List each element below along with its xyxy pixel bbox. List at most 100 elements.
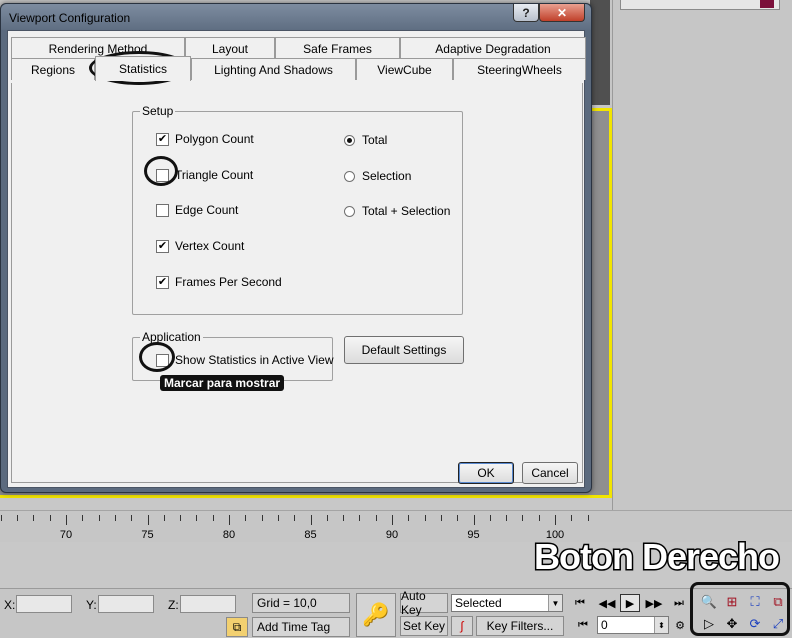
tab-regions[interactable]: Regions: [11, 58, 95, 80]
timeline-tick: [375, 515, 377, 521]
show-statistics-option[interactable]: Show Statistics in Active View: [156, 353, 334, 367]
timeline-label: 90: [385, 529, 399, 541]
timeline-tick: [294, 515, 296, 521]
tab-layout[interactable]: Layout: [185, 37, 275, 59]
current-frame-field[interactable]: 0 ⬍: [597, 616, 669, 634]
key-filters-button[interactable]: Key Filters...: [476, 616, 564, 636]
timeline-tick: [522, 515, 524, 521]
tab-label: Statistics: [118, 62, 167, 76]
tab-adaptive-degradation[interactable]: Adaptive Degradation: [400, 37, 586, 59]
z-coordinate-field[interactable]: [180, 595, 236, 613]
x-coordinate-field[interactable]: [16, 595, 72, 613]
polygon-count-checkbox[interactable]: ✔: [156, 132, 169, 146]
spinner-icon: ⬍: [654, 617, 668, 633]
triangle-count-highlight: [144, 156, 178, 186]
total-radio[interactable]: [344, 134, 355, 146]
y-coordinate-label: Y:: [86, 598, 97, 612]
default-settings-label: Default Settings: [361, 343, 447, 357]
selection-set-dropdown[interactable]: Selected ▼: [451, 594, 563, 612]
annotation-boton-derecho: Boton Derecho: [532, 536, 781, 577]
tab-statistics[interactable]: Statistics: [95, 56, 191, 81]
selection-label: Selection: [362, 169, 412, 183]
timeline-tick: [571, 515, 573, 521]
y-coordinate-field[interactable]: [98, 595, 154, 613]
timeline-tick: [66, 515, 67, 525]
dialog-title-bar[interactable]: Viewport Configuration ? ✕: [1, 4, 591, 30]
setup-group-label: Setup: [140, 104, 176, 118]
timeline-tick: [49, 515, 51, 521]
timeline-label: 70: [59, 529, 73, 541]
timeline-label: 85: [304, 529, 317, 541]
timeline-tick: [310, 515, 312, 525]
frames-per-second-option[interactable]: ✔ Frames Per Second: [156, 275, 282, 289]
total-plus-selection-option[interactable]: Total + Selection: [344, 204, 450, 218]
vertex-count-checkbox[interactable]: ✔: [156, 239, 169, 253]
key-icon[interactable]: 🔑: [356, 593, 396, 637]
go-to-start-icon[interactable]: ⏮: [570, 594, 590, 612]
x-coordinate-label: X:: [4, 598, 16, 612]
timeline-tick: [180, 515, 182, 521]
key-mode-icon[interactable]: ⏮: [573, 616, 593, 634]
cancel-label: Cancel: [531, 466, 569, 480]
key-tangent-icon[interactable]: ∫: [451, 616, 473, 636]
vertex-count-option[interactable]: ✔ Vertex Count: [156, 239, 244, 253]
tab-lighting-and-shadows[interactable]: Lighting And Shadows: [191, 58, 356, 80]
timeline-tick: [457, 515, 459, 521]
tab-label: Layout: [211, 41, 249, 56]
total-option[interactable]: Total: [344, 133, 387, 147]
tab-steeringwheels[interactable]: SteeringWheels: [453, 58, 586, 80]
timeline-tick: [17, 515, 19, 521]
color-field[interactable]: [620, 0, 780, 10]
tab-label: Regions: [30, 62, 76, 77]
vertex-count-label: Vertex Count: [175, 239, 245, 253]
ok-button[interactable]: OK: [458, 462, 514, 484]
tab-viewcube[interactable]: ViewCube: [356, 58, 453, 80]
auto-key-button[interactable]: Auto Key: [400, 589, 448, 617]
frames-per-second-label: Frames Per Second: [175, 275, 282, 289]
selection-radio[interactable]: [344, 170, 355, 182]
play-icon[interactable]: ▶: [620, 594, 640, 612]
default-settings-button[interactable]: Default Settings: [344, 336, 464, 364]
go-to-end-icon[interactable]: ⏭: [669, 594, 689, 612]
timeline-tick: [538, 515, 540, 521]
timeline-tick: [33, 515, 35, 521]
timeline-tick: [245, 515, 247, 521]
timeline-tick: [0, 515, 2, 521]
previous-frame-icon[interactable]: ◀◀: [597, 594, 617, 612]
cancel-button[interactable]: Cancel: [522, 462, 578, 484]
add-time-tag[interactable]: Add Time Tag: [252, 617, 350, 637]
polygon-count-option[interactable]: ✔ Polygon Count: [156, 132, 254, 146]
object-color-swatch[interactable]: [760, 0, 774, 8]
timeline-tick: [114, 515, 116, 521]
timeline-tick: [359, 515, 361, 521]
total-plus-selection-radio[interactable]: [344, 205, 355, 217]
time-tag-icon[interactable]: ⧉: [226, 617, 248, 637]
selection-option[interactable]: Selection: [344, 169, 411, 183]
set-key-button[interactable]: Set Key: [400, 616, 448, 636]
help-button[interactable]: ?: [513, 4, 539, 22]
edge-count-option[interactable]: Edge Count: [156, 203, 238, 217]
timeline-tick: [473, 515, 475, 525]
timeline-tick: [131, 515, 133, 521]
timeline-tick: [82, 515, 84, 521]
tab-safe-frames[interactable]: Safe Frames: [275, 37, 400, 59]
timeline-tick: [424, 515, 426, 521]
application-group-label: Application: [140, 330, 203, 344]
grid-status: Grid = 10,0: [252, 593, 350, 613]
ok-label: OK: [477, 466, 495, 480]
timeline-label: 95: [467, 529, 480, 541]
edge-count-checkbox[interactable]: [156, 203, 169, 217]
dialog-title: Viewport Configuration: [9, 11, 131, 25]
frames-per-second-checkbox[interactable]: ✔: [156, 275, 169, 289]
timeline-tick: [555, 515, 556, 525]
show-statistics-label: Show Statistics in Active View: [175, 353, 334, 367]
timeline-tick: [343, 515, 345, 521]
chevron-down-icon: ▼: [548, 595, 562, 611]
time-config-icon[interactable]: ⚙: [670, 616, 690, 634]
total-plus-selection-label: Total + Selection: [362, 204, 451, 218]
next-frame-icon[interactable]: ▶▶: [644, 594, 664, 612]
edge-count-label: Edge Count: [175, 203, 239, 217]
close-button[interactable]: ✕: [539, 4, 585, 22]
timeline-label: 80: [222, 529, 236, 541]
polygon-count-label: Polygon Count: [175, 132, 254, 146]
